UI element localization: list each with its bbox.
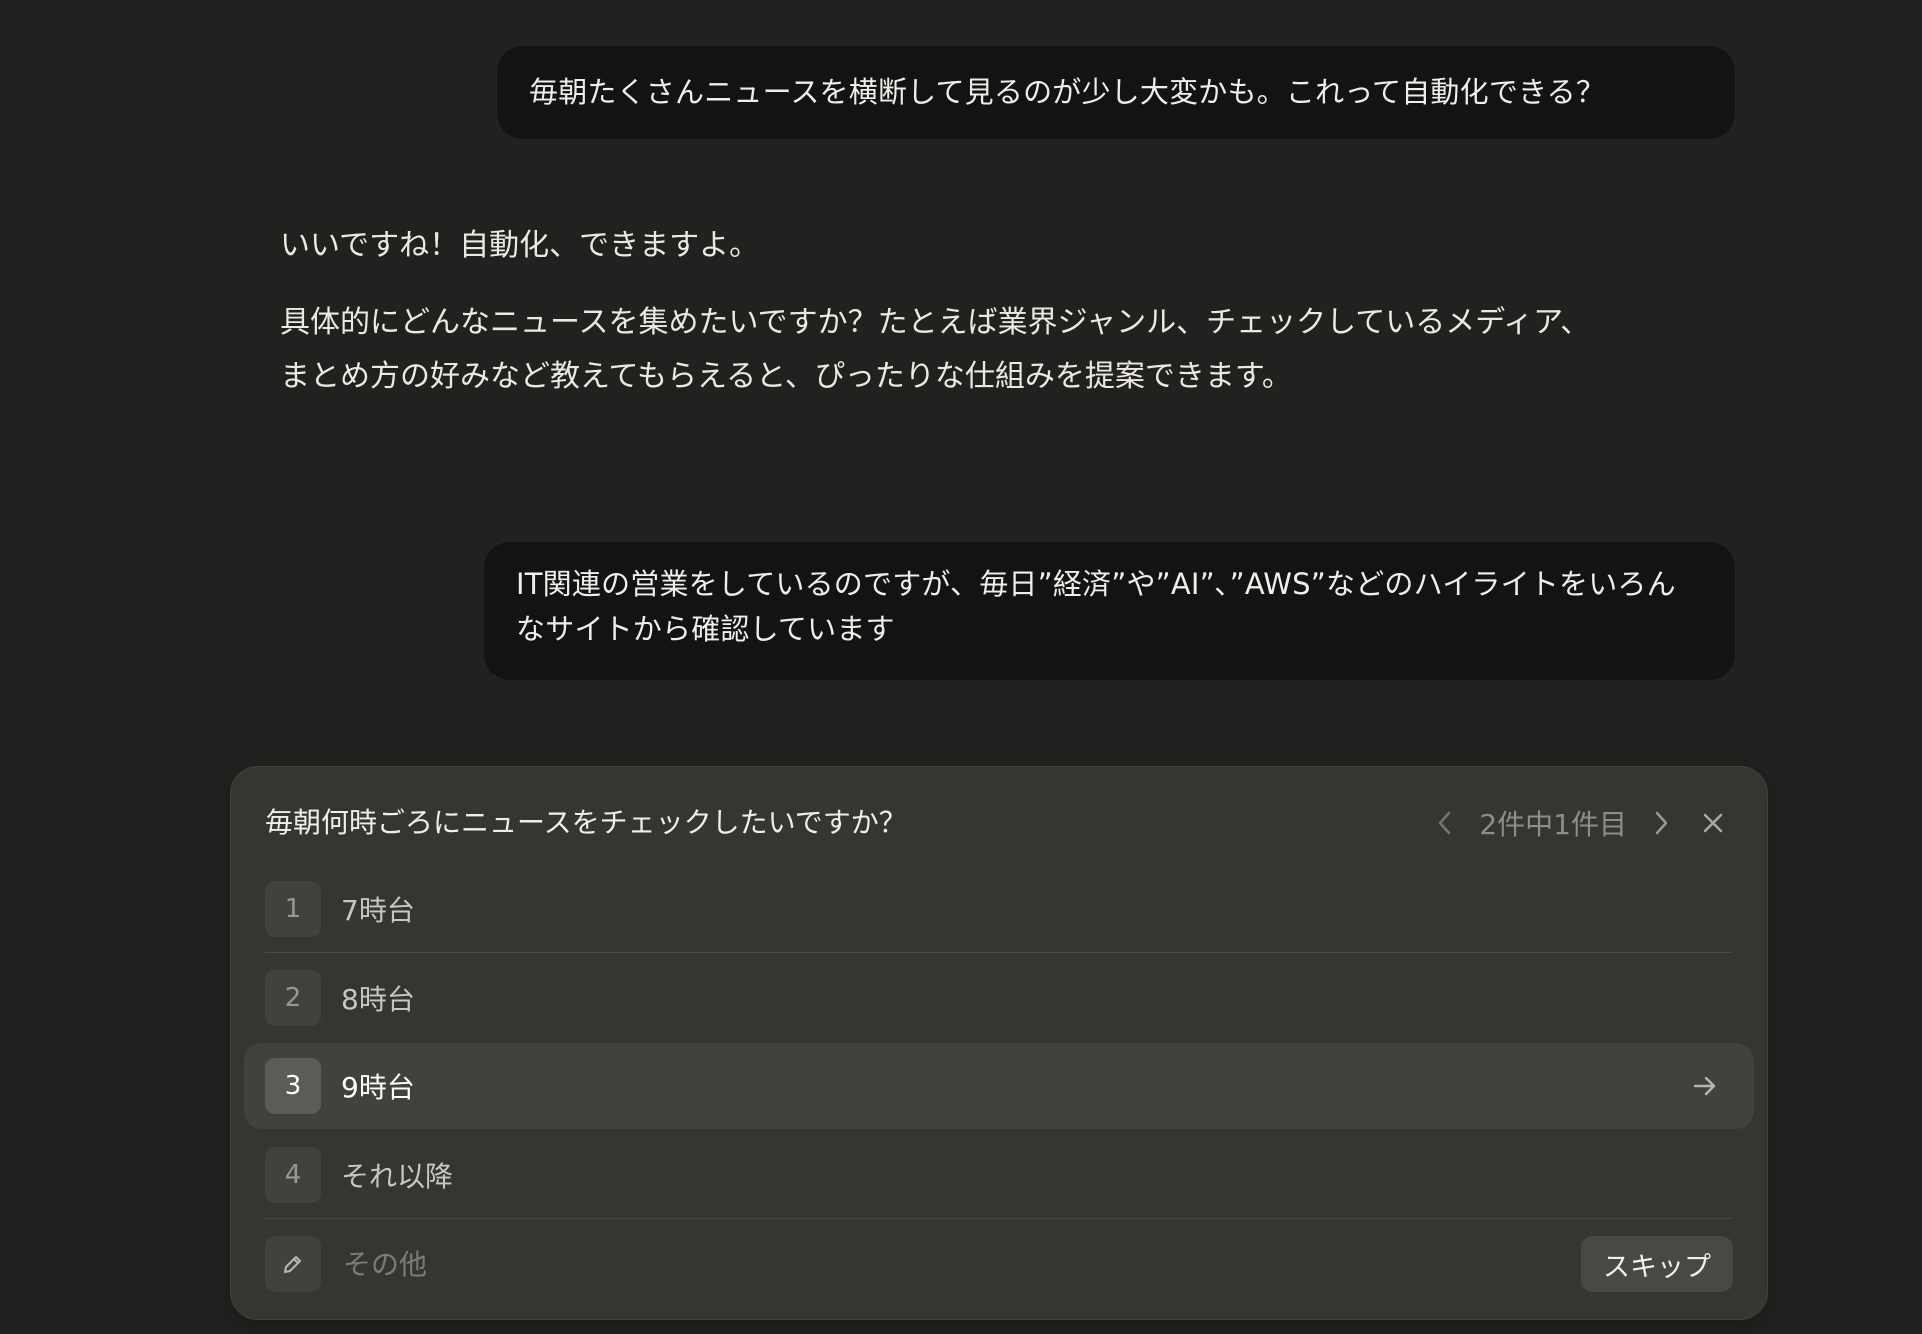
question-card: 毎朝何時ごろにニュースをチェックしたいですか？ 2件中1件目 1 7時台 2 8… (230, 766, 1768, 1320)
user-message-text: IT関連の営業をしているのですが、毎日”経済”や”AI”､”AWS”などのハイラ… (516, 567, 1676, 646)
close-icon[interactable] (1693, 803, 1733, 843)
option-number: 2 (265, 970, 321, 1026)
pager-label: 2件中1件目 (1479, 808, 1627, 841)
option-8[interactable]: 2 8時台 (265, 954, 1733, 1042)
user-message: 毎朝たくさんニュースを横断して見るのが少し大変かも。これって自動化できる？ (497, 46, 1735, 139)
other-input[interactable] (341, 1246, 1341, 1282)
option-later[interactable]: 4 それ以降 (265, 1131, 1733, 1219)
option-label: それ以降 (341, 1160, 454, 1193)
assistant-paragraph: いいですね！自動化、できますよ。 (280, 228, 760, 263)
option-number: 3 (265, 1058, 321, 1114)
assistant-paragraph: 具体的にどんなニュースを集めたいですか？たとえば業界ジャンル、チェックしているメ… (280, 305, 1591, 394)
option-label: 8時台 (341, 983, 415, 1016)
skip-button[interactable]: スキップ (1581, 1236, 1733, 1292)
other-option[interactable]: スキップ (265, 1220, 1733, 1308)
divider (265, 1218, 1733, 1219)
option-label: 9時台 (341, 1071, 415, 1104)
chat-view: 毎朝たくさんニュースを横断して見るのが少し大変かも。これって自動化できる？ いい… (0, 0, 1922, 1334)
option-7[interactable]: 1 7時台 (265, 865, 1733, 953)
assistant-message: いいですね！自動化、できますよ。 具体的にどんなニュースを集めたいですか？たとえ… (280, 218, 1700, 404)
question-pager: 2件中1件目 (1429, 791, 1677, 855)
user-message-text: 毎朝たくさんニュースを横断して見るのが少し大変かも。これって自動化できる？ (529, 75, 1606, 109)
question-header: 毎朝何時ごろにニュースをチェックしたいですか？ 2件中1件目 (265, 791, 1733, 855)
option-label: 7時台 (341, 894, 415, 927)
pencil-icon (265, 1236, 321, 1292)
option-number: 1 (265, 881, 321, 937)
arrow-right-icon[interactable] (1685, 1066, 1725, 1106)
question-title: 毎朝何時ごろにニュースをチェックしたいですか？ (265, 806, 907, 839)
chevron-left-icon[interactable] (1429, 803, 1461, 843)
option-9[interactable]: 3 9時台 (265, 1042, 1733, 1130)
user-message: IT関連の営業をしているのですが、毎日”経済”や”AI”､”AWS”などのハイラ… (484, 542, 1735, 680)
chevron-right-icon[interactable] (1645, 803, 1677, 843)
option-number: 4 (265, 1147, 321, 1203)
divider (265, 952, 1733, 953)
